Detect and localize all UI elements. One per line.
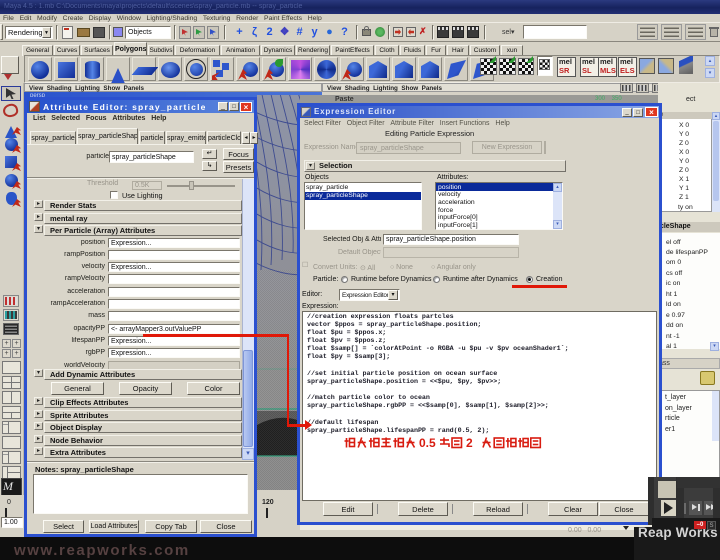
svg-text:2: 2 [466,436,473,450]
svg-text:0.5: 0.5 [419,436,436,450]
